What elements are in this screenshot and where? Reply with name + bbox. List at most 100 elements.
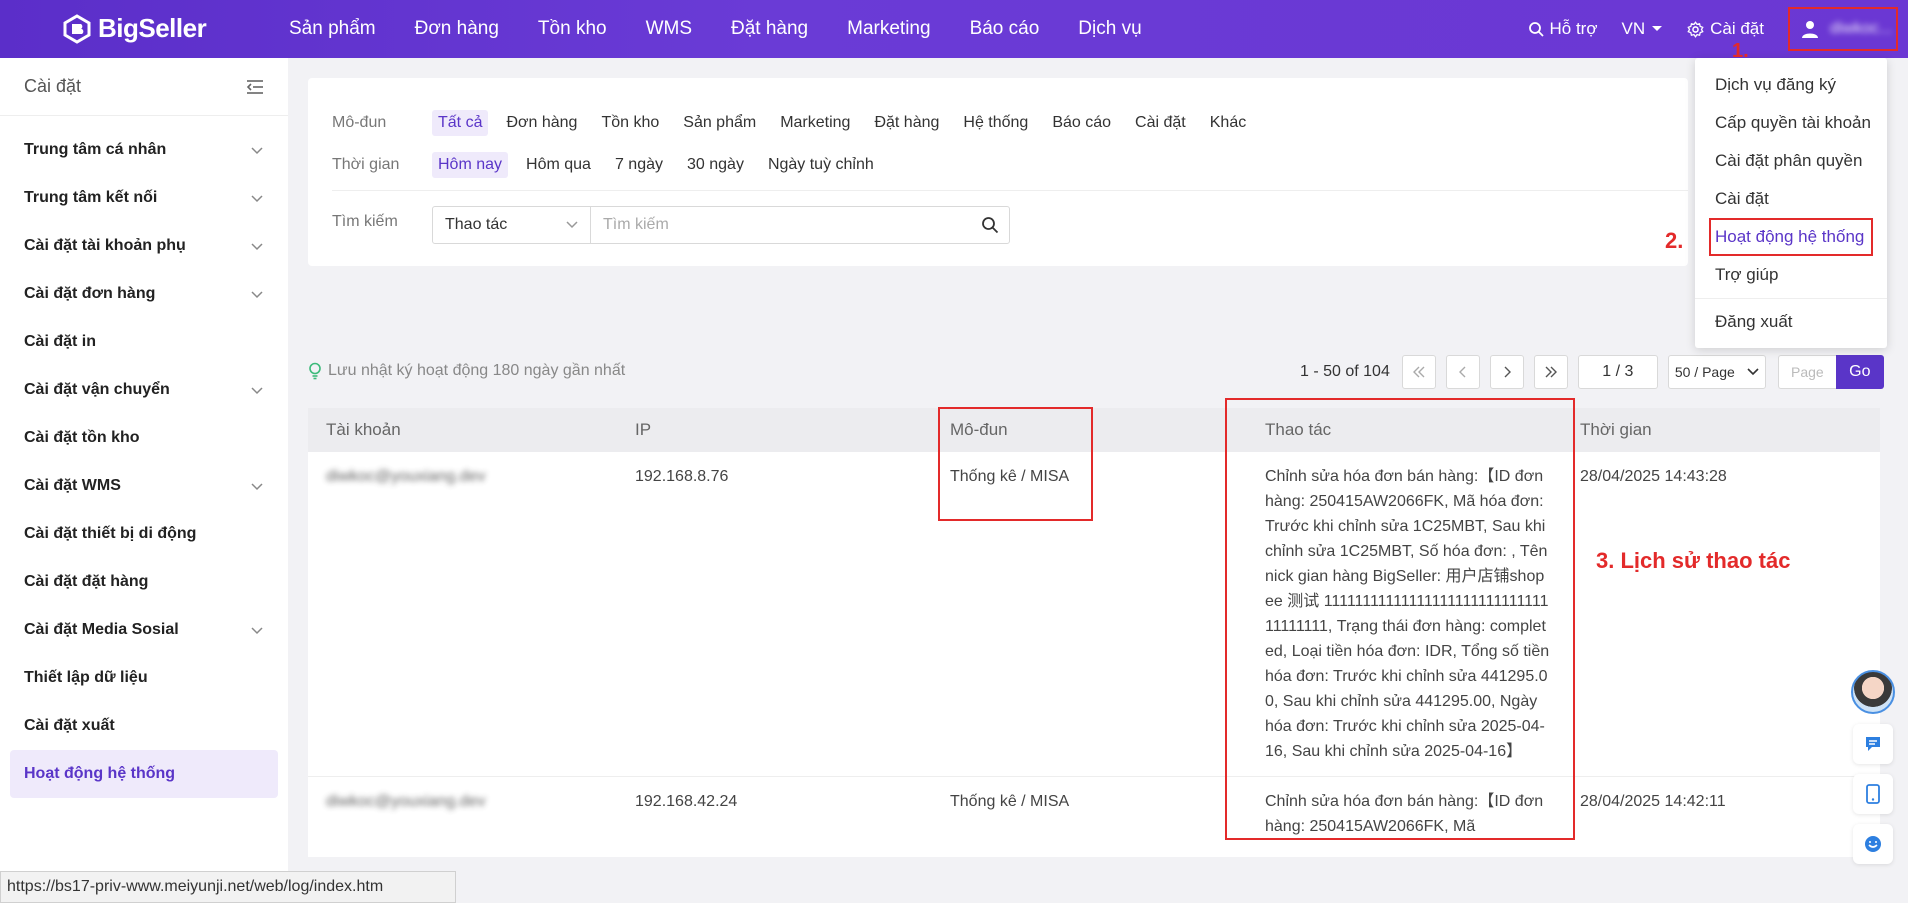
first-page-button[interactable] (1401, 355, 1436, 389)
time-chip-custom[interactable]: Ngày tuỳ chỉnh (762, 152, 880, 178)
sidebar-item-wms-settings[interactable]: Cài đặt WMS (0, 462, 288, 510)
time-chip-30-days[interactable]: 30 ngày (681, 152, 750, 178)
sidebar-item-export-settings[interactable]: Cài đặt xuất (0, 702, 288, 750)
sidebar-item-print-settings[interactable]: Cài đặt in (0, 318, 288, 366)
assistant-button[interactable] (1853, 824, 1893, 864)
collapse-menu-icon[interactable] (246, 79, 264, 95)
nav-reports[interactable]: Báo cáo (970, 18, 1040, 40)
menu-item-logout[interactable]: Đăng xuất (1695, 303, 1887, 341)
cell-account: diwkoc@youxiang.dev (326, 793, 486, 810)
module-chip-all[interactable]: Tất cả (432, 110, 489, 136)
module-chip-orders[interactable]: Đơn hàng (500, 110, 583, 136)
pagination: 1 - 50 of 104 1 / 3 50 / Page Page Go (1300, 355, 1884, 389)
nav-services[interactable]: Dịch vụ (1078, 18, 1141, 40)
menu-item-subscription[interactable]: Dịch vụ đăng ký (1695, 66, 1887, 104)
brand-logo[interactable]: BigSeller (62, 13, 207, 44)
menu-item-permission-settings[interactable]: Cài đặt phân quyền (1695, 142, 1887, 180)
last-page-button[interactable] (1533, 355, 1568, 389)
nav-purchase[interactable]: Đặt hàng (731, 18, 808, 40)
module-chip-inventory[interactable]: Tồn kho (595, 110, 665, 136)
chevron-down-icon (251, 291, 263, 299)
chevron-down-icon (251, 627, 263, 635)
time-chip-yesterday[interactable]: Hôm qua (520, 152, 597, 178)
activity-log-table: Tài khoản IP Mô-đun Thao tác Thời gian d… (308, 408, 1880, 857)
sidebar-item-label: Cài đặt WMS (24, 477, 121, 494)
sidebar-item-label: Cài đặt vận chuyển (24, 381, 170, 398)
chevron-down-icon (251, 243, 263, 251)
sidebar-item-system-activity[interactable]: Hoạt động hệ thống (10, 750, 278, 798)
nav-marketing[interactable]: Marketing (847, 18, 930, 40)
module-filter-row: Mô-đun Tất cả Đơn hàng Tồn kho Sản phẩm … (332, 110, 1264, 136)
user-menu-trigger[interactable]: diwkoc... (1788, 7, 1898, 51)
nav-orders[interactable]: Đơn hàng (415, 18, 499, 40)
settings-sidebar: Cài đặt Trung tâm cá nhân Trung tâm kết … (0, 58, 288, 903)
nav-wms[interactable]: WMS (646, 18, 692, 40)
search-button[interactable] (971, 207, 1009, 243)
sidebar-item-label: Hoạt động hệ thống (24, 765, 176, 782)
mobile-phone-icon (1866, 784, 1880, 804)
sidebar-item-label: Trung tâm kết nối (24, 189, 158, 206)
menu-divider (1695, 298, 1887, 299)
main-nav: Sản phẩm Đơn hàng Tồn kho WMS Đặt hàng M… (289, 0, 1181, 58)
sidebar-header: Cài đặt (0, 58, 288, 116)
settings-link[interactable]: Cài đặt (1687, 19, 1764, 39)
mobile-app-button[interactable] (1853, 774, 1893, 814)
system-activity-highlight-box (1709, 218, 1873, 256)
table-header: Tài khoản IP Mô-đun Thao tác Thời gian (308, 408, 1880, 452)
time-chip-7-days[interactable]: 7 ngày (609, 152, 669, 178)
time-filter-row: Thời gian Hôm nay Hôm qua 7 ngày 30 ngày… (332, 152, 892, 178)
sidebar-item-data-setup[interactable]: Thiết lập dữ liệu (0, 654, 288, 702)
search-type-value: Thao tác (445, 216, 508, 233)
prev-page-button[interactable] (1445, 355, 1480, 389)
search-type-select[interactable]: Thao tác (433, 207, 591, 243)
module-chip-other[interactable]: Khác (1204, 110, 1252, 136)
sidebar-item-label: Cài đặt Media Sosial (24, 621, 179, 638)
sidebar-item-label: Trung tâm cá nhân (24, 141, 167, 158)
help-link[interactable]: Hỗ trợ (1528, 19, 1598, 39)
cell-time: 28/04/2025 14:42:11 (1580, 793, 1726, 810)
support-avatar[interactable] (1851, 670, 1895, 714)
menu-item-settings[interactable]: Cài đặt (1695, 180, 1887, 218)
sidebar-item-connection-center[interactable]: Trung tâm kết nối (0, 174, 288, 222)
feedback-button[interactable] (1853, 724, 1893, 764)
page-jump-input[interactable]: Page (1777, 355, 1836, 389)
chevron-down-icon (1747, 368, 1759, 376)
menu-item-account-authorization[interactable]: Cấp quyền tài khoản (1695, 104, 1887, 142)
search-row: Tìm kiếm Thao tác (332, 206, 1010, 244)
module-chip-products[interactable]: Sản phẩm (677, 110, 762, 136)
sidebar-item-order-settings[interactable]: Cài đặt đơn hàng (0, 270, 288, 318)
nav-products[interactable]: Sản phẩm (289, 18, 376, 40)
module-chip-settings[interactable]: Cài đặt (1129, 110, 1192, 136)
go-button[interactable]: Go (1835, 355, 1884, 389)
search-input[interactable] (591, 207, 971, 243)
chevron-down-icon (251, 195, 263, 203)
table-row: diwkoc@youxiang.dev 192.168.8.76 Thống k… (308, 452, 1880, 777)
module-chip-system[interactable]: Hệ thống (957, 110, 1034, 136)
next-page-button[interactable] (1489, 355, 1524, 389)
current-page-indicator: 1 / 3 (1577, 355, 1658, 389)
sidebar-item-inventory-settings[interactable]: Cài đặt tồn kho (0, 414, 288, 462)
top-right-actions: Hỗ trợ VN Cài đặt diwkoc... (1528, 0, 1908, 58)
nav-inventory[interactable]: Tồn kho (538, 18, 607, 40)
brand-name: BigSeller (98, 13, 207, 43)
smile-bot-icon (1865, 836, 1881, 852)
double-chevron-left-icon (1412, 366, 1425, 378)
retention-tip-text: Lưu nhật ký hoạt động 180 ngày gần nhất (328, 362, 626, 379)
cell-account: diwkoc@youxiang.dev (326, 468, 486, 485)
sidebar-item-personal-center[interactable]: Trung tâm cá nhân (0, 126, 288, 174)
page-size-select[interactable]: 50 / Page (1667, 355, 1766, 389)
sidebar-item-sub-accounts[interactable]: Cài đặt tài khoản phụ (0, 222, 288, 270)
filter-divider (332, 190, 1688, 191)
sidebar-item-shipping-settings[interactable]: Cài đặt vận chuyển (0, 366, 288, 414)
language-select[interactable]: VN (1622, 19, 1664, 39)
lightbulb-icon (309, 362, 321, 380)
pagination-info: 1 - 50 of 104 (1300, 363, 1390, 380)
sidebar-item-mobile-settings[interactable]: Cài đặt thiết bị di động (0, 510, 288, 558)
sidebar-item-social-media-settings[interactable]: Cài đặt Media Sosial (0, 606, 288, 654)
sidebar-item-purchase-settings[interactable]: Cài đặt đặt hàng (0, 558, 288, 606)
module-chip-purchase[interactable]: Đặt hàng (868, 110, 945, 136)
module-chip-reports[interactable]: Báo cáo (1046, 110, 1117, 136)
module-chip-marketing[interactable]: Marketing (774, 110, 856, 136)
time-chip-today[interactable]: Hôm nay (432, 152, 509, 178)
menu-item-help[interactable]: Trợ giúp (1695, 256, 1887, 294)
